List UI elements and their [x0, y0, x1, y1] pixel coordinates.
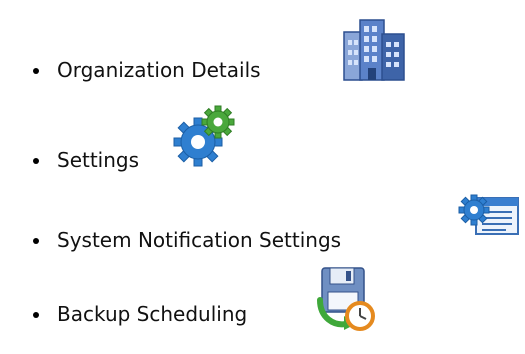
menu-item-label: Backup Scheduling	[57, 302, 248, 326]
bullet	[33, 312, 39, 318]
menu-item-label: Organization Details	[57, 58, 261, 82]
bullet	[33, 68, 39, 74]
backup-schedule-icon	[317, 267, 375, 331]
bullet	[33, 238, 39, 244]
building-icon	[343, 19, 405, 81]
menu-item-label: System Notification Settings	[57, 228, 342, 252]
gears-icon	[173, 105, 235, 167]
menu-item-label: Settings	[57, 148, 140, 172]
menu-item-backup-scheduling[interactable]: Backup Scheduling	[0, 267, 525, 344]
bullet	[33, 158, 39, 164]
menu-item-system-notification-settings[interactable]: System Notification Settings	[0, 194, 525, 270]
settings-window-icon	[458, 194, 519, 235]
menu-item-organization-details[interactable]: Organization Details	[0, 19, 525, 100]
menu-item-settings[interactable]: Settings	[0, 105, 525, 190]
